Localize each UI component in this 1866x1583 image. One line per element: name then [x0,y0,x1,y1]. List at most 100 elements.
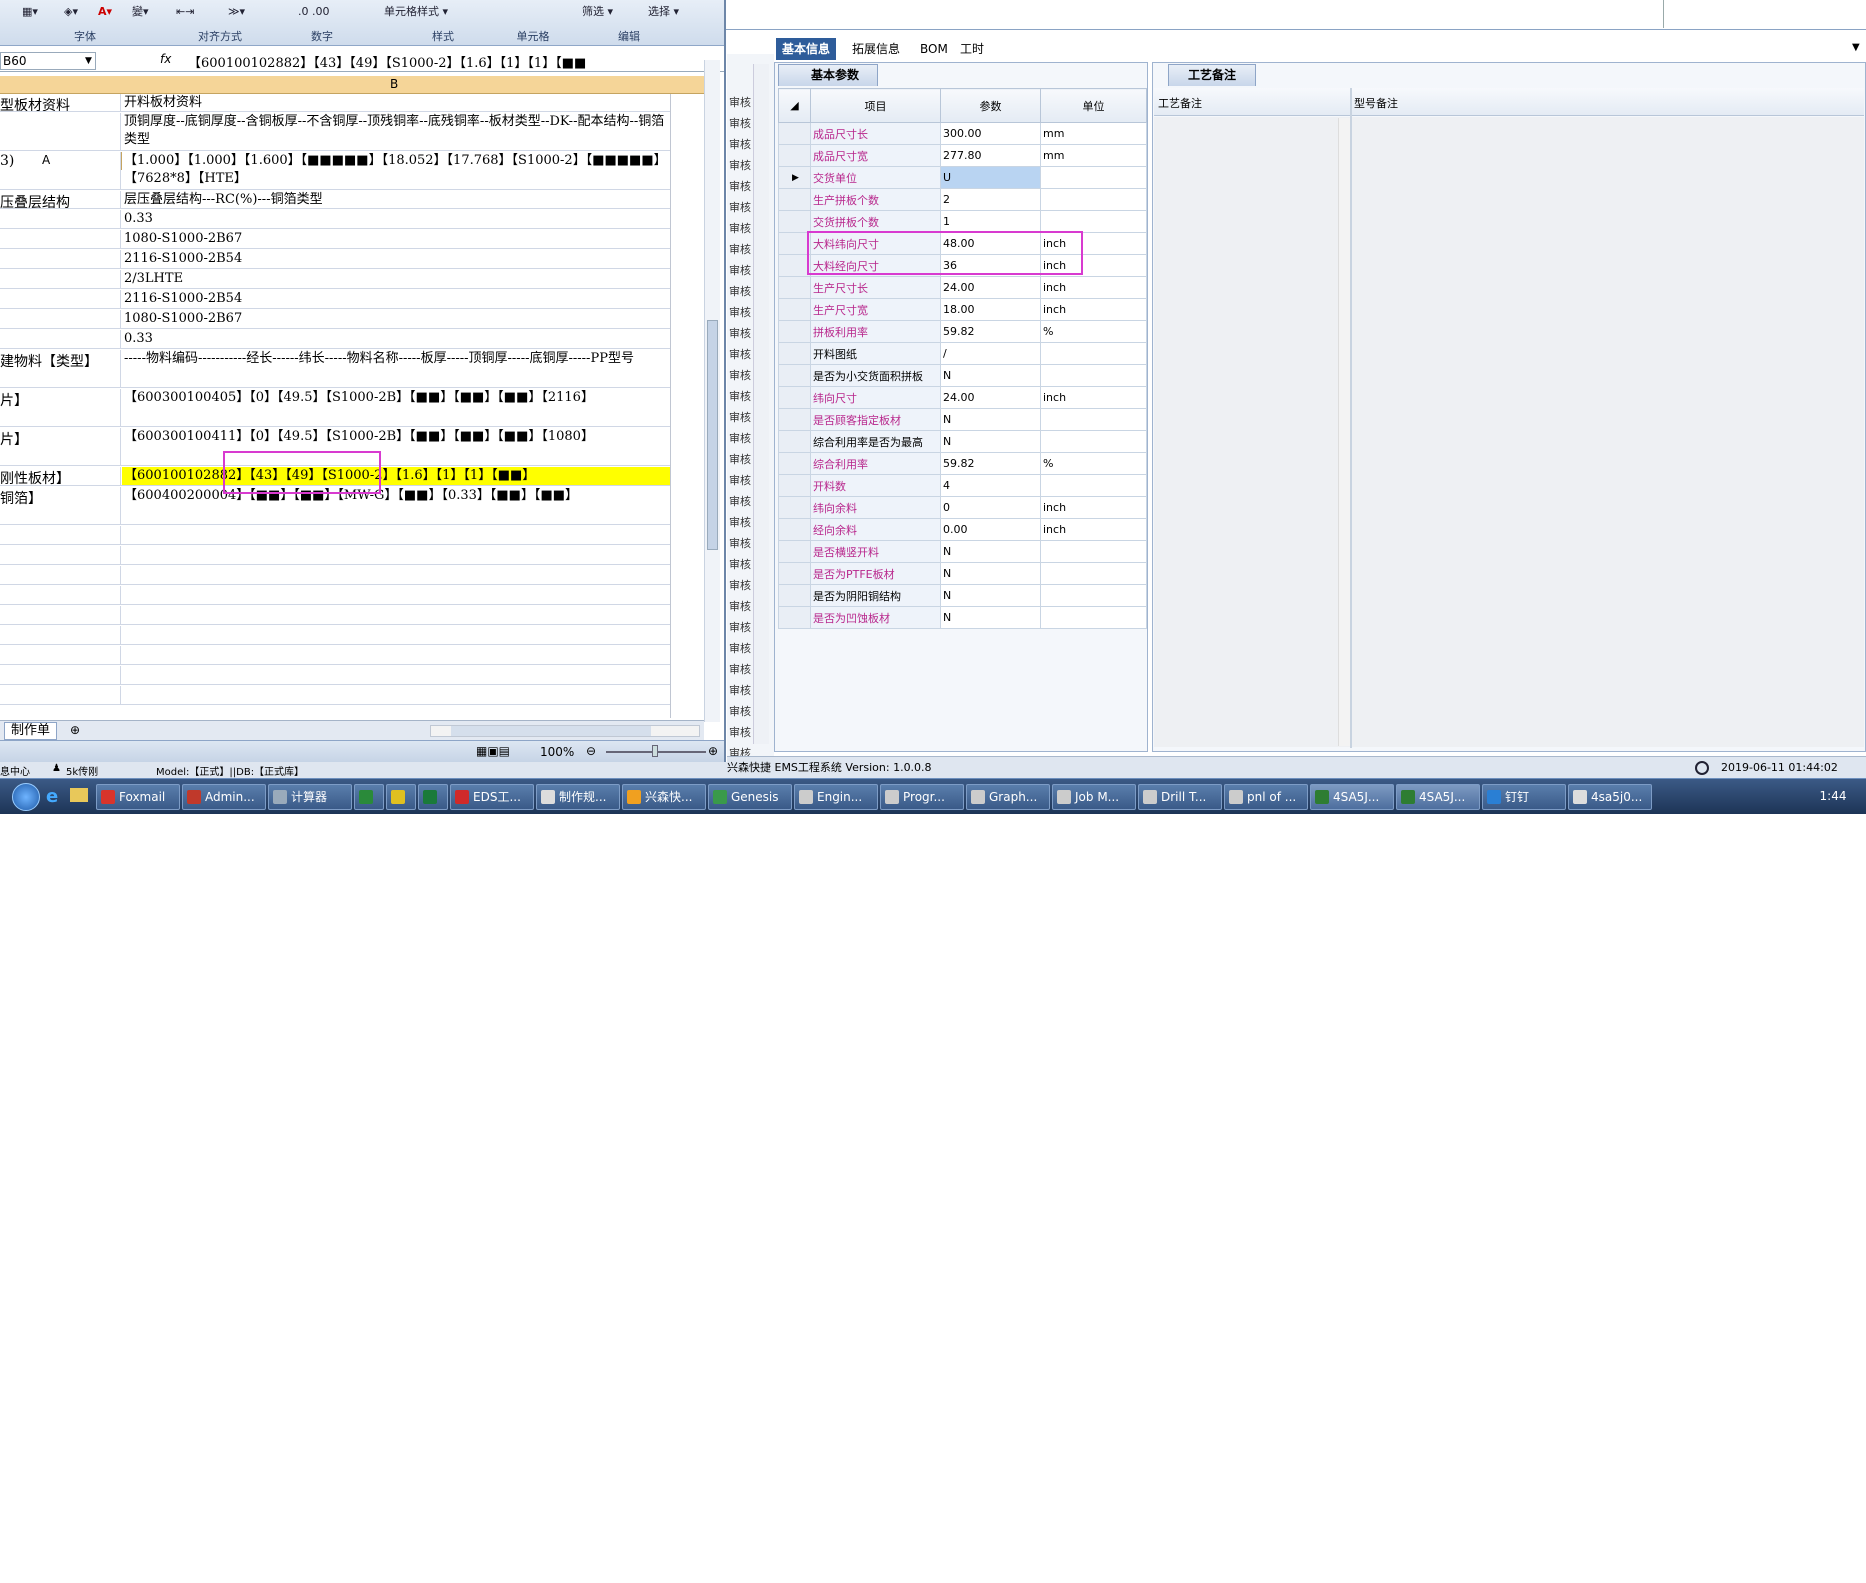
taskbar-item[interactable] [354,784,384,810]
cell-b[interactable]: 0.33 [122,330,670,348]
param-unit[interactable] [1040,210,1147,233]
indent-icon[interactable]: ⇤⇥ [176,2,194,22]
cell-a[interactable]: 建物料【类型】 [0,350,121,387]
param-unit[interactable]: inch [1040,298,1147,321]
taskbar-item[interactable]: Engin... [794,784,878,810]
param-unit[interactable]: % [1040,320,1147,343]
param-row[interactable]: ▶ 交货单位 U [778,166,1147,189]
folder-icon[interactable] [70,788,88,802]
param-unit[interactable] [1040,606,1147,629]
cell-a[interactable] [0,270,121,288]
record-item[interactable]: 审核 [729,451,753,467]
zoom-out-icon[interactable]: ⊖ [586,744,596,758]
param-unit[interactable]: inch [1040,276,1147,299]
cell-a[interactable]: 片】 [0,428,121,465]
param-value[interactable]: 300.00 [940,122,1041,145]
record-item[interactable]: 审核 [729,115,753,131]
record-item[interactable]: 审核 [729,556,753,572]
zoom-in-icon[interactable]: ⊕ [708,744,718,758]
cell-b[interactable]: 层压叠层结构---RC(%)---铜箔类型 [122,191,670,208]
record-list-scrollbar[interactable] [753,64,769,744]
param-row[interactable]: 纬向尺寸 24.00 inch [778,386,1147,409]
worksheet-grid[interactable]: 型板材资料 开料板材资料 顶铜厚度--底铜厚度--含铜板厚--不含铜厚--顶残铜率-… [0,94,710,720]
taskbar-item[interactable]: Job M... [1052,784,1136,810]
ime-icon[interactable]: ✦ [1690,1567,1706,1583]
cell-a[interactable] [0,290,121,308]
cell-a[interactable] [0,606,121,624]
record-item[interactable]: 审核 [729,325,753,341]
param-unit[interactable] [1040,474,1147,497]
param-unit[interactable] [1040,408,1147,431]
cell-b[interactable]: 1080-S1000-2B67 [122,310,670,328]
row-indicator[interactable] [778,276,811,299]
param-value[interactable]: 18.00 [940,298,1041,321]
param-row[interactable]: 是否为PTFE板材 N [778,562,1147,585]
cell-b[interactable]: 【1.000】【1.000】【1.600】【■■■■■】【18.052】【17.… [122,152,670,189]
taskbar-clock[interactable]: 1:44 [1808,778,1858,814]
cell-a[interactable]: 片】 [0,389,121,426]
param-unit[interactable] [1040,188,1147,211]
row-indicator[interactable] [778,342,811,365]
taskbar-item[interactable]: Graph... [966,784,1050,810]
taskbar-item[interactable]: 计算器 [268,784,352,810]
cell-b[interactable]: 【600300100405】【0】【49.5】【S1000-2B】【■■】【■■… [122,389,670,426]
cell-b[interactable] [122,546,670,564]
cell-b[interactable] [122,526,670,544]
fx-icon[interactable]: fx [160,52,171,66]
cell-a[interactable] [0,666,121,684]
page-view-icons[interactable]: ▦▣▤ [476,744,510,758]
param-value[interactable]: U [940,166,1041,189]
flag-icon[interactable]: ⚑ [1766,1567,1782,1583]
vertical-scrollbar[interactable] [704,60,720,722]
param-value[interactable]: 59.82 [940,452,1041,475]
cell-b[interactable]: 开料板材资料 [122,94,670,111]
record-item[interactable]: 审核 [729,304,753,320]
taskbar-item[interactable]: Admin... [182,784,266,810]
param-unit[interactable] [1040,430,1147,453]
cell-a[interactable] [0,210,121,228]
param-row[interactable]: 生产尺寸宽 18.00 inch [778,298,1147,321]
taskbar-item[interactable]: 4SA5J... [1396,784,1480,810]
taskbar-item[interactable]: EDS工... [450,784,534,810]
param-value[interactable]: 277.80 [940,144,1041,167]
network-icon[interactable]: ▭ [1716,1567,1732,1583]
cell-a[interactable]: 3) [0,152,121,189]
tab-basic-params[interactable]: 基本参数 [778,64,878,86]
row-indicator[interactable] [778,386,811,409]
param-unit[interactable]: inch [1040,518,1147,541]
tab-bom[interactable]: BOM [914,38,954,60]
param-value[interactable]: 24.00 [940,386,1041,409]
font-color-icon[interactable]: A▾ [98,2,112,22]
cell-b[interactable]: 2116-S1000-2B54 [122,250,670,268]
record-item[interactable]: 审核 [729,619,753,635]
cell-styles-button[interactable]: 单元格样式 ▾ [384,2,448,22]
record-item[interactable]: 审核 [729,724,753,740]
param-value[interactable]: N [940,584,1041,607]
param-unit[interactable]: mm [1040,122,1147,145]
param-value[interactable]: 2 [940,188,1041,211]
col-header-item[interactable]: 项目 [810,88,941,123]
row-indicator[interactable] [778,232,811,255]
row-indicator[interactable] [778,474,811,497]
record-item[interactable]: 审核 [729,682,753,698]
sheet-tab-active[interactable]: 制作单 [4,722,58,740]
param-row[interactable]: 经向余料 0.00 inch [778,518,1147,541]
taskbar-item[interactable] [418,784,448,810]
current-row-indicator-icon[interactable]: ▶ [778,166,811,189]
param-row[interactable]: 是否为阴阳铜结构 N [778,584,1147,607]
record-item[interactable]: 审核 [729,220,753,236]
cell-a[interactable] [0,586,121,604]
taskbar-item[interactable]: Progr... [880,784,964,810]
cell-b[interactable] [122,686,670,704]
row-indicator[interactable] [778,606,811,629]
record-item[interactable]: 审核 [729,388,753,404]
tab-hours[interactable]: 工时 [954,38,990,60]
tab-extended-info[interactable]: 拓展信息 [846,38,906,60]
param-row[interactable]: 纬向余料 0 inch [778,496,1147,519]
select-button[interactable]: 选择 ▾ [648,2,679,22]
fill-color-icon[interactable]: ◈▾ [64,2,78,22]
param-row[interactable]: 交货拼板个数 1 [778,210,1147,233]
param-row[interactable]: 开料图纸 / [778,342,1147,365]
cell-b[interactable]: 【600300100411】【0】【49.5】【S1000-2B】【■■】【■■… [122,428,670,465]
param-value[interactable]: 24.00 [940,276,1041,299]
